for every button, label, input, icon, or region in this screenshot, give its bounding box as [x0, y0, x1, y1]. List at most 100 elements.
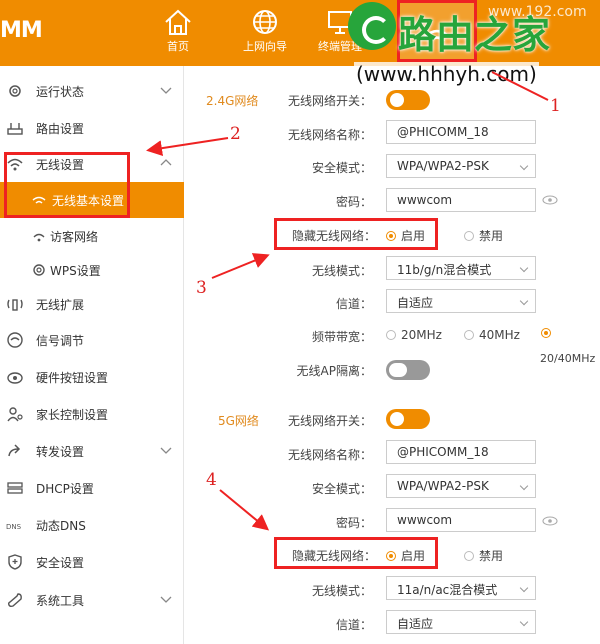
- bandwidth-20[interactable]: 20MHz: [386, 328, 442, 342]
- globe-icon: [253, 10, 277, 34]
- button-icon: [7, 372, 23, 384]
- ap-isolation-switch[interactable]: [386, 360, 430, 380]
- hide-ssid-disable-5g[interactable]: 禁用: [464, 547, 503, 564]
- chevron-down-icon: [160, 87, 172, 94]
- mode-select-2g[interactable]: 11b/g/n混合模式: [386, 256, 536, 280]
- security-select-2g[interactable]: WPA/WPA2-PSK: [386, 154, 536, 178]
- home-icon: [165, 9, 191, 35]
- radio: [464, 550, 474, 561]
- ssid-input-5g[interactable]: @PHICOMM_18: [386, 440, 536, 464]
- sidebar-item-system-tools[interactable]: 系统工具: [0, 582, 184, 618]
- watermark-url: (www.hhhyh.com): [354, 62, 539, 86]
- sidebar-item-label: WPS设置: [50, 264, 101, 278]
- chevron-down-icon: [160, 596, 172, 603]
- eye-icon[interactable]: [542, 516, 558, 526]
- eye-icon[interactable]: [542, 195, 558, 205]
- channel-select-5g[interactable]: 自适应: [386, 610, 536, 634]
- chevron-up-icon: [160, 159, 172, 166]
- sidebar-item-dhcp[interactable]: DHCP设置: [0, 470, 184, 506]
- ap-isolation-label: 无线AP隔离：: [296, 364, 372, 378]
- radio: [386, 330, 396, 340]
- sidebar-item-signal[interactable]: 信号调节: [0, 322, 184, 358]
- section-label-2g: 2.4G网络: [206, 94, 259, 108]
- wrench-icon: [7, 593, 22, 608]
- gear-icon: [9, 85, 21, 97]
- wifi-switch-5g[interactable]: [386, 409, 430, 429]
- watermark-title: 路由之家: [398, 13, 551, 57]
- svg-text:DNS: DNS: [6, 523, 22, 531]
- sidebar-item-label: 运行状态: [36, 85, 85, 99]
- sidebar-item-label: 家长控制设置: [36, 408, 109, 422]
- password-label: 密码：: [335, 195, 372, 209]
- watermark-logo-icon: [348, 2, 396, 50]
- router-icon: [7, 123, 23, 135]
- wifi-switch-label: 无线网络开关：: [287, 94, 372, 108]
- ssid-label: 无线网络名称：: [287, 128, 372, 142]
- radio-label: 40MHz: [479, 328, 520, 342]
- radio-label: 20MHz: [401, 328, 442, 342]
- sidebar-item-security[interactable]: 安全设置: [0, 544, 184, 580]
- annotation-number-3: 3: [196, 278, 207, 298]
- hide-ssid-enable-5g[interactable]: 启用: [386, 547, 425, 564]
- wifi-switch-label: 无线网络开关：: [287, 414, 372, 428]
- dhcp-icon: [7, 482, 23, 494]
- hide-ssid-disable-2g[interactable]: 禁用: [464, 227, 503, 244]
- sidebar-item-extender[interactable]: 无线扩展: [0, 286, 184, 322]
- radio-label: 禁用: [479, 229, 504, 243]
- channel-label: 信道：: [335, 297, 372, 311]
- radio: [464, 230, 474, 241]
- sidebar-item-ddns[interactable]: DNS 动态DNS: [0, 507, 184, 543]
- wifi-switch-2g[interactable]: [386, 90, 430, 110]
- annotation-number-2: 2: [230, 124, 241, 144]
- radio-selected: [386, 230, 396, 241]
- sidebar-item-label: 硬件按钮设置: [36, 371, 109, 385]
- hide-ssid-enable-2g[interactable]: 启用: [386, 227, 425, 244]
- sidebar-item-label: 安全设置: [36, 556, 85, 570]
- sidebar-item-label: 动态DNS: [36, 519, 86, 533]
- shield-icon: [8, 554, 22, 570]
- gear-icon: [33, 264, 45, 276]
- sidebar-item-label: DHCP设置: [36, 482, 94, 496]
- sidebar-item-label: 转发设置: [36, 445, 85, 459]
- bandwidth-40[interactable]: 40MHz: [464, 328, 520, 342]
- nav-wizard[interactable]: 上网向导: [225, 4, 305, 62]
- hide-ssid-label: 隐藏无线网络：: [291, 229, 376, 243]
- mode-label: 无线模式：: [311, 264, 372, 278]
- radio-selected: [386, 550, 396, 561]
- chevron-down-icon: [160, 447, 172, 454]
- annotation-number-4: 4: [206, 470, 217, 490]
- sidebar-item-label: 无线扩展: [36, 298, 85, 312]
- ssid-label: 无线网络名称：: [287, 448, 372, 462]
- sidebar-item-forwarding[interactable]: 转发设置: [0, 433, 184, 469]
- sidebar-item-router[interactable]: 路由设置: [0, 110, 184, 146]
- sidebar-item-hardware-button[interactable]: 硬件按钮设置: [0, 359, 184, 395]
- nav-wizard-label: 上网向导: [243, 40, 287, 53]
- sidebar-item-status[interactable]: 运行状态: [0, 73, 184, 109]
- bandwidth-2040-label: 20/40MHz: [540, 352, 596, 365]
- sidebar-item-guest[interactable]: 访客网络: [0, 218, 184, 254]
- radio-label: 启用: [401, 229, 426, 243]
- nav-home-label: 首页: [167, 40, 189, 53]
- password-input-5g[interactable]: wwwcom: [386, 508, 536, 532]
- security-select-5g[interactable]: WPA/WPA2-PSK: [386, 474, 536, 498]
- forward-icon: [8, 444, 21, 457]
- mode-select-5g[interactable]: 11a/n/ac混合模式: [386, 576, 536, 600]
- sidebar-item-parental-control[interactable]: 家长控制设置: [0, 396, 184, 432]
- radio-label: 启用: [401, 549, 426, 563]
- ssid-input-2g[interactable]: @PHICOMM_18: [386, 120, 536, 144]
- dns-icon: DNS: [6, 523, 22, 531]
- nav-home[interactable]: 首页: [138, 4, 218, 62]
- sidebar-item-label: 访客网络: [50, 230, 99, 244]
- signal-icon: [7, 332, 23, 348]
- extender-icon: [7, 299, 23, 311]
- security-label: 安全模式：: [311, 482, 372, 496]
- sidebar-item-label: 信号调节: [36, 334, 85, 348]
- password-label: 密码：: [335, 516, 372, 530]
- radio-label: 禁用: [479, 549, 504, 563]
- sidebar-item-wps[interactable]: WPS设置: [0, 252, 184, 288]
- mode-label: 无线模式：: [311, 584, 372, 598]
- bandwidth-2040[interactable]: [541, 328, 556, 338]
- channel-select-2g[interactable]: 自适应: [386, 289, 536, 313]
- bandwidth-label: 频带带宽：: [311, 330, 372, 344]
- password-input-2g[interactable]: wwwcom: [386, 188, 536, 212]
